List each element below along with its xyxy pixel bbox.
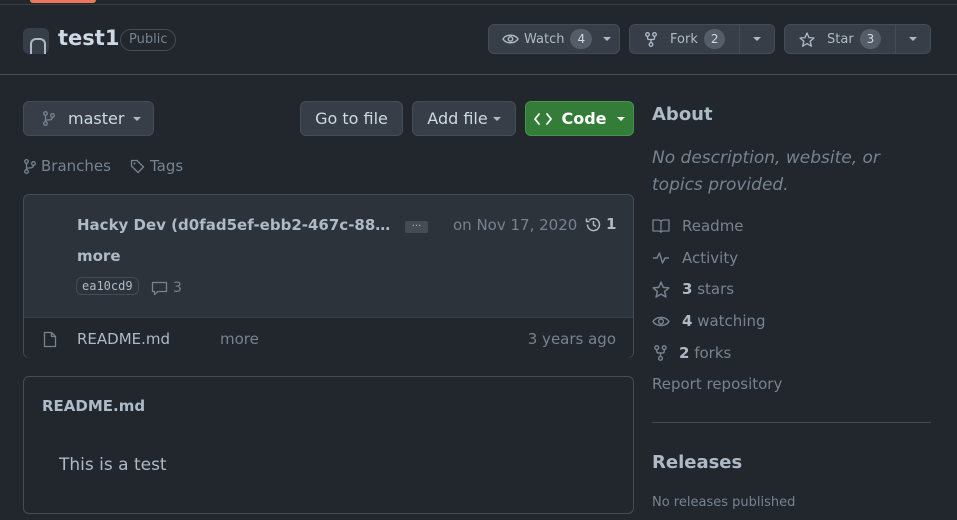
file-commit-message[interactable]: more xyxy=(220,330,259,348)
eye-icon xyxy=(502,33,519,45)
add-file-label: Add file xyxy=(427,109,488,128)
branches-link[interactable]: Branches xyxy=(24,157,111,175)
commit-title-continued: more xyxy=(77,247,121,265)
eye-icon xyxy=(652,315,670,328)
watch-count: 4 xyxy=(570,29,593,49)
watch-button[interactable]: Watch 4 xyxy=(488,24,620,54)
chevron-down-icon xyxy=(616,116,625,121)
branch-icon xyxy=(43,111,55,126)
go-to-file-button[interactable]: Go to file xyxy=(300,101,403,136)
latest-commit-panel: Hacky Dev (d0fad5ef-ebb2-467c-8868-34e… … xyxy=(23,194,634,358)
commit-comments[interactable]: 3 xyxy=(151,280,182,296)
commit-sha[interactable]: ea10cd9 xyxy=(76,277,139,295)
chevron-down-icon[interactable] xyxy=(909,37,917,41)
divider xyxy=(739,25,740,53)
repo-owner-avatar[interactable] xyxy=(23,28,49,54)
readme-content: This is a test xyxy=(59,455,167,475)
chevron-down-icon xyxy=(133,116,142,121)
chevron-down-icon xyxy=(492,116,501,121)
visibility-badge: Public xyxy=(120,29,177,51)
history-icon xyxy=(585,216,602,233)
add-file-button[interactable]: Add file xyxy=(412,101,516,136)
report-repository-link[interactable]: Report repository xyxy=(652,375,782,393)
commit-title[interactable]: Hacky Dev (d0fad5ef-ebb2-467c-8868-34e… xyxy=(77,216,397,234)
releases-heading[interactable]: Releases xyxy=(652,452,742,473)
readme-title[interactable]: README.md xyxy=(42,397,145,415)
repo-header: test1 Public Watch 4 Fork 2 Star 3 xyxy=(0,0,957,75)
code-icon xyxy=(534,112,553,125)
pulse-icon xyxy=(652,251,670,265)
tag-icon xyxy=(130,159,145,174)
activity-link[interactable]: Activity xyxy=(652,249,738,267)
repo-name[interactable]: test1 xyxy=(58,26,119,50)
commit-date: on Nov 17, 2020 xyxy=(453,216,578,234)
file-icon xyxy=(43,331,57,348)
releases-empty-text: No releases published xyxy=(652,495,796,510)
expand-commit-button[interactable]: ... xyxy=(405,219,428,233)
commit-history-link[interactable]: 1 xyxy=(585,215,616,233)
star-button[interactable]: Star 3 xyxy=(784,24,931,54)
star-label: Star xyxy=(827,31,854,47)
chevron-down-icon xyxy=(603,37,612,41)
stars-count: 3 xyxy=(682,280,693,298)
comment-icon xyxy=(151,281,168,296)
stars-link[interactable]: 3 stars xyxy=(652,280,734,298)
about-heading: About xyxy=(652,104,713,125)
star-icon xyxy=(652,280,670,298)
code-label: Code xyxy=(561,109,607,128)
branch-icon xyxy=(24,158,36,174)
branch-name: master xyxy=(68,109,125,128)
star-icon xyxy=(799,31,815,47)
book-icon xyxy=(652,218,670,234)
code-button[interactable]: Code xyxy=(525,101,634,136)
divider xyxy=(0,4,957,5)
tags-link[interactable]: Tags xyxy=(130,157,183,175)
forks-count: 2 xyxy=(679,344,690,362)
file-commit-time: 3 years ago xyxy=(527,330,616,348)
readme-panel: README.md This is a test xyxy=(23,376,634,514)
fork-icon xyxy=(654,345,667,361)
fork-button[interactable]: Fork 2 xyxy=(629,24,775,54)
readme-label: Readme xyxy=(682,217,744,235)
divider xyxy=(895,25,896,53)
tags-label: Tags xyxy=(150,157,184,175)
chevron-down-icon[interactable] xyxy=(753,37,761,41)
fork-count: 2 xyxy=(703,29,726,49)
watch-label: Watch xyxy=(524,31,565,47)
fork-label: Fork xyxy=(670,31,698,47)
comment-count: 3 xyxy=(173,280,182,296)
file-name[interactable]: README.md xyxy=(77,330,170,348)
active-tab-underline xyxy=(30,0,96,3)
watching-link[interactable]: 4 watching xyxy=(652,312,766,330)
divider xyxy=(652,422,931,423)
stars-label: stars xyxy=(697,280,735,298)
activity-label: Activity xyxy=(682,249,739,267)
watching-count: 4 xyxy=(682,312,693,330)
readme-link[interactable]: Readme xyxy=(652,217,744,235)
branch-select-button[interactable]: master xyxy=(23,101,154,136)
file-row[interactable]: README.md more 3 years ago xyxy=(24,317,633,358)
forks-label: forks xyxy=(694,344,732,362)
branches-label: Branches xyxy=(41,157,111,175)
history-count: 1 xyxy=(606,215,617,233)
star-count: 3 xyxy=(859,29,882,49)
about-description: No description, website, or topics provi… xyxy=(652,148,880,195)
fork-icon xyxy=(645,31,657,47)
forks-link[interactable]: 2 forks xyxy=(652,344,731,362)
watching-label: watching xyxy=(697,312,766,330)
